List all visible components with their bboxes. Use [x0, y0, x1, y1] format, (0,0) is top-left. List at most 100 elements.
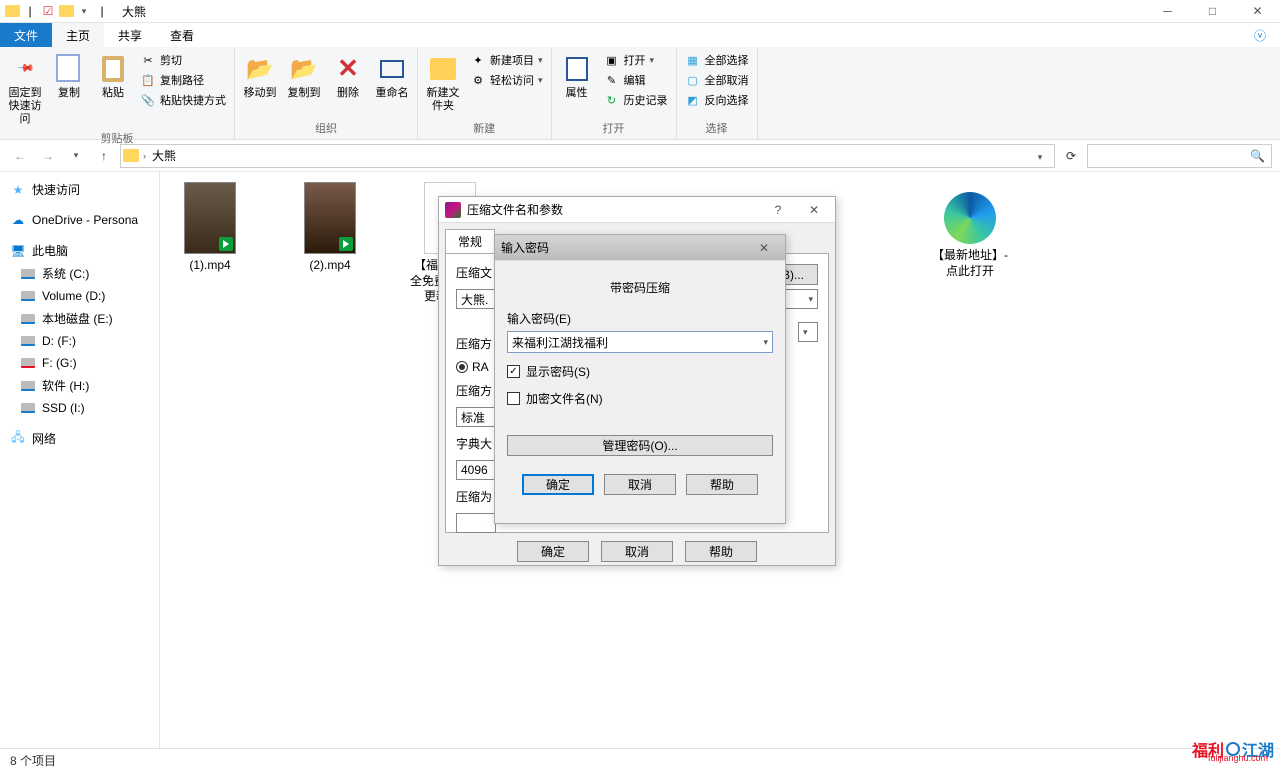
show-password-checkbox[interactable]: ✓ 显示密码(S) — [507, 363, 773, 380]
label: 系统 (C:) — [42, 265, 89, 282]
file-item[interactable]: (2).mp4 — [290, 182, 370, 305]
breadcrumb-seg[interactable]: 大熊 — [150, 147, 178, 164]
select-all-button[interactable]: ▦全部选择 — [681, 51, 753, 69]
nav-drive-f[interactable]: D: (F:) — [0, 330, 159, 352]
newitem-icon: ✦ — [470, 52, 486, 68]
tab-view[interactable]: 查看 — [156, 23, 208, 47]
easy-access-button[interactable]: ⚙轻松访问▾ — [466, 71, 547, 89]
up-button[interactable]: ↑ — [92, 144, 116, 168]
edge-icon — [944, 192, 996, 244]
paste-shortcut-button[interactable]: 📎粘贴快捷方式 — [136, 91, 230, 109]
invert-selection-button[interactable]: ◩反向选择 — [681, 91, 753, 109]
recent-dropdown[interactable]: ▾ — [64, 144, 88, 168]
dict-select[interactable]: 4096 — [456, 460, 496, 480]
cancel-button[interactable]: 取消 — [604, 474, 676, 495]
tab-share[interactable]: 共享 — [104, 23, 156, 47]
nav-onedrive[interactable]: ☁OneDrive - Persona — [0, 209, 159, 231]
file-item[interactable]: (1).mp4 — [170, 182, 250, 305]
rar-radio[interactable]: RA — [456, 360, 489, 374]
nav-drive-c[interactable]: 系统 (C:) — [0, 262, 159, 285]
close-button[interactable]: ✕ — [749, 241, 779, 255]
checkbox-icon: ✓ — [507, 365, 520, 378]
ribbon-expand-button[interactable]: ⓥ — [1240, 23, 1280, 47]
help-button[interactable]: 帮助 — [685, 541, 757, 562]
tab-home[interactable]: 主页 — [52, 23, 104, 47]
selectnone-icon: ▢ — [685, 72, 701, 88]
properties-button[interactable]: 属性 — [556, 51, 598, 102]
split-label: 压缩为 — [456, 488, 492, 505]
nav-network[interactable]: 🖧网络 — [0, 427, 159, 450]
nav-drive-e[interactable]: 本地磁盘 (E:) — [0, 307, 159, 330]
window-controls: ─ □ ✕ — [1145, 0, 1280, 23]
nav-quick-access[interactable]: ★快速访问 — [0, 178, 159, 201]
search-input[interactable]: 🔍 — [1087, 144, 1272, 168]
tab-file[interactable]: 文件 — [0, 23, 52, 47]
group-label: 组织 — [239, 119, 413, 137]
addr-dropdown[interactable]: ▾ — [1028, 149, 1052, 163]
minimize-button[interactable]: ─ — [1145, 0, 1190, 23]
nav-drive-h[interactable]: 软件 (H:) — [0, 374, 159, 397]
folder-icon — [123, 149, 139, 162]
password-label: 输入密码(E) — [507, 310, 773, 327]
paste-button[interactable]: 粘贴 — [92, 51, 134, 102]
address-field[interactable]: › 大熊 ▾ — [120, 144, 1055, 168]
nav-drive-i[interactable]: SSD (I:) — [0, 397, 159, 419]
help-button[interactable]: 帮助 — [686, 474, 758, 495]
password-input[interactable]: 来福利江湖找福利 ▾ — [507, 331, 773, 353]
chevron-down-icon[interactable]: ▾ — [763, 337, 768, 348]
forward-button[interactable]: → — [36, 144, 60, 168]
label: 本地磁盘 (E:) — [42, 310, 113, 327]
close-button[interactable]: ✕ — [799, 203, 829, 217]
copy-button[interactable]: 复制 — [48, 51, 90, 102]
maximize-button[interactable]: □ — [1190, 0, 1235, 23]
delete-button[interactable]: ✕删除 — [327, 51, 369, 102]
open-button[interactable]: ▣打开▾ — [600, 51, 672, 69]
copyto-icon: 📂 — [288, 53, 320, 85]
file-item[interactable]: 【最新地址】-点此打开 — [930, 182, 1010, 305]
drive-icon — [20, 400, 36, 416]
divider: | — [94, 3, 110, 19]
dialog-titlebar[interactable]: 压缩文件名和参数 ? ✕ — [439, 197, 835, 223]
dialog-titlebar[interactable]: 输入密码 ✕ — [495, 235, 785, 261]
nav-drive-g[interactable]: F: (G:) — [0, 352, 159, 374]
back-button[interactable]: ← — [8, 144, 32, 168]
select-none-button[interactable]: ▢全部取消 — [681, 71, 753, 89]
nav-drive-d[interactable]: Volume (D:) — [0, 285, 159, 307]
checkbox-icon — [507, 392, 520, 405]
edit-button[interactable]: ✎编辑 — [600, 71, 672, 89]
open-icon: ▣ — [604, 52, 620, 68]
ok-button[interactable]: 确定 — [517, 541, 589, 562]
cut-button[interactable]: ✂剪切 — [136, 51, 230, 69]
label: F: (G:) — [42, 356, 77, 370]
copy-path-button[interactable]: 📋复制路径 — [136, 71, 230, 89]
encrypt-names-checkbox[interactable]: 加密文件名(N) — [507, 390, 773, 407]
update-mode-select[interactable]: ▾ — [798, 322, 818, 342]
selectall-icon: ▦ — [685, 52, 701, 68]
new-folder-button[interactable]: 新建文件夹 — [422, 51, 464, 115]
copy-to-button[interactable]: 📂复制到 — [283, 51, 325, 102]
ok-button[interactable]: 确定 — [522, 474, 594, 495]
cancel-button[interactable]: 取消 — [601, 541, 673, 562]
pin-button[interactable]: 📌固定到快速访问 — [4, 51, 46, 129]
history-button[interactable]: ↻历史记录 — [600, 91, 672, 109]
checkbox-icon[interactable]: ☑ — [40, 3, 56, 19]
help-button[interactable]: ? — [763, 203, 793, 217]
method-select[interactable]: 标准 — [456, 407, 496, 427]
rename-button[interactable]: 重命名 — [371, 51, 413, 102]
new-item-button[interactable]: ✦新建项目▾ — [466, 51, 547, 69]
nav-this-pc[interactable]: 🖥此电脑 — [0, 239, 159, 262]
search-icon: 🔍 — [1250, 149, 1265, 163]
tab-general[interactable]: 常规 — [445, 229, 495, 253]
label: 粘贴快捷方式 — [160, 92, 226, 108]
drive-icon — [20, 311, 36, 327]
label: 粘贴 — [102, 87, 124, 100]
refresh-button[interactable]: ⟳ — [1059, 144, 1083, 168]
chevron-right-icon: › — [143, 151, 146, 161]
close-button[interactable]: ✕ — [1235, 0, 1280, 23]
folder-icon[interactable] — [58, 3, 74, 19]
split-select[interactable] — [456, 513, 496, 533]
label: 编辑 — [624, 72, 646, 88]
manage-passwords-button[interactable]: 管理密码(O)... — [507, 435, 773, 456]
qat-dropdown[interactable]: ▾ — [76, 3, 92, 19]
move-to-button[interactable]: 📂移动到 — [239, 51, 281, 102]
